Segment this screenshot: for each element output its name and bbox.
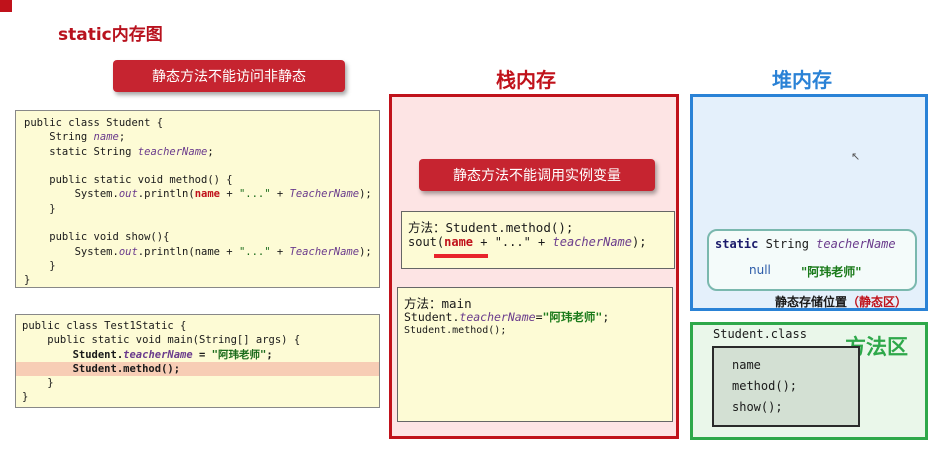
heap-heading: 堆内存: [772, 68, 832, 92]
member-item: name: [732, 358, 761, 372]
code-line: }: [24, 274, 31, 287]
student-code-block: public class Student { String name; stat…: [15, 110, 380, 288]
stack-frame-main: 方法：main Student.teacherName="阿玮老师"; Stud…: [397, 287, 673, 422]
code-line: public class Student {: [24, 117, 164, 129]
code-line: System.out.println(name + "..." + Teache…: [24, 188, 372, 201]
stack-frame-method: 方法：Student.method(); sout(name + "..." +…: [401, 211, 675, 269]
code-line: public void show(){: [24, 231, 170, 244]
member-item: method();: [732, 379, 798, 393]
static-area-caption: 静态存储位置（静态区）: [775, 295, 908, 309]
code-line: System.out.println(name + "..." + Teache…: [24, 245, 372, 258]
code-line: }: [24, 259, 56, 272]
stack-heading: 栈内存: [496, 68, 556, 92]
test-code-block: public class Test1Static { public static…: [15, 314, 380, 408]
code-line: }: [22, 391, 29, 404]
code-line: String name;: [24, 131, 126, 144]
mouse-cursor-icon: ↖: [851, 150, 861, 163]
value-string: "阿玮老师": [801, 265, 862, 279]
code-line: public class Test1Static {: [22, 320, 187, 332]
class-name: Student.class: [713, 327, 807, 341]
corner-mark: [0, 0, 12, 12]
code-line: static String teacherName;: [24, 145, 214, 158]
code-line-highlighted: Student.method();: [16, 361, 379, 377]
code-line: public static void method() {: [24, 174, 233, 187]
class-members-box: name method(); show();: [712, 346, 860, 427]
code-line: public static void main(String[] args) {: [22, 334, 301, 347]
page-title: static内存图: [58, 25, 163, 45]
code-line: }: [22, 377, 54, 390]
stack-banner: 静态方法不能调用实例变量: [419, 159, 655, 191]
code-line: Student.teacherName = "阿玮老师";: [22, 348, 273, 361]
frame-main-line: Student.method();: [404, 325, 507, 336]
member-item: show();: [732, 400, 783, 414]
frame-main-line: Student.teacherName="阿玮老师";: [404, 310, 610, 324]
frame-method-title: 方法：Student.method();: [408, 220, 574, 235]
static-field-decl: static String teacherName: [715, 237, 896, 251]
static-area-box: static String teacherName null "阿玮老师": [707, 229, 917, 291]
code-line: }: [24, 202, 56, 215]
frame-method-code: sout(name + "..." + teacherName);: [408, 235, 647, 249]
left-banner: 静态方法不能访问非静态: [113, 60, 345, 92]
error-underline: [434, 254, 488, 258]
value-null: null: [749, 263, 771, 277]
